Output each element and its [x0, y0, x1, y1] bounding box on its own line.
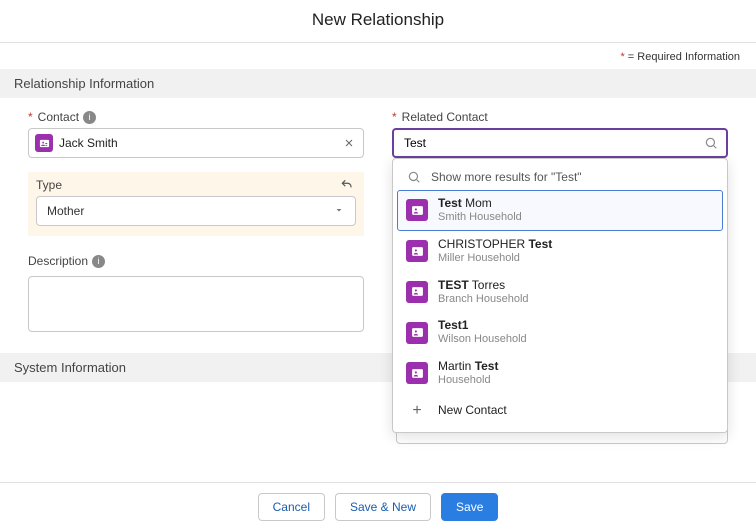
lookup-result[interactable]: CHRISTOPHER Test Miller Household	[397, 231, 723, 272]
show-more-results[interactable]: Show more results for "Test"	[397, 163, 723, 190]
required-text: = Required Information	[625, 51, 740, 63]
type-group: Type Mother	[28, 172, 364, 236]
save-button[interactable]: Save	[441, 493, 498, 521]
related-contact-label-text: Related Contact	[402, 110, 488, 124]
type-select[interactable]: Mother	[36, 196, 356, 226]
lookup-result[interactable]: Martin Test Household	[397, 353, 723, 394]
description-label-text: Description	[28, 254, 88, 268]
description-textarea[interactable]	[28, 276, 364, 332]
relationship-info-body: * Contact i Jack Smith Type Mothe	[0, 98, 756, 353]
help-icon[interactable]: i	[92, 255, 105, 268]
save-and-new-button[interactable]: Save & New	[335, 493, 431, 521]
search-icon	[407, 170, 421, 184]
plus-icon: +	[406, 400, 428, 422]
show-more-text: Show more results for "Test"	[431, 170, 582, 184]
description-label: Description i	[28, 254, 364, 268]
contact-icon	[35, 134, 53, 152]
required-mark: *	[28, 110, 33, 124]
contact-icon	[406, 240, 428, 262]
type-label: Type	[36, 178, 356, 192]
section-relationship-info: Relationship Information	[0, 69, 756, 98]
lookup-result[interactable]: TEST Torres Branch Household	[397, 272, 723, 313]
dialog-title: New Relationship	[0, 0, 756, 43]
related-contact-search[interactable]	[392, 128, 728, 158]
cancel-button[interactable]: Cancel	[258, 493, 325, 521]
type-value: Mother	[47, 204, 84, 218]
contact-value: Jack Smith	[59, 136, 341, 150]
chevron-down-icon	[333, 204, 345, 219]
related-contact-dropdown: Show more results for "Test" Test Mom Sm…	[392, 158, 728, 433]
related-contact-label: * Related Contact	[392, 110, 728, 124]
contact-icon	[406, 281, 428, 303]
help-icon[interactable]: i	[83, 111, 96, 124]
contact-lookup[interactable]: Jack Smith	[28, 128, 364, 158]
required-mark: *	[392, 110, 397, 124]
required-info-note: * = Required Information	[0, 43, 756, 69]
contact-label-text: Contact	[38, 110, 79, 124]
new-contact-option[interactable]: + New Contact	[397, 394, 723, 428]
contact-icon	[406, 322, 428, 344]
contact-label: * Contact i	[28, 110, 364, 124]
dialog-footer: Cancel Save & New Save	[0, 482, 756, 531]
clear-icon[interactable]	[341, 135, 357, 151]
lookup-result[interactable]: Test1 Wilson Household	[397, 312, 723, 353]
lookup-result[interactable]: Test Mom Smith Household	[397, 190, 723, 231]
contact-icon	[406, 362, 428, 384]
undo-icon[interactable]	[340, 178, 356, 194]
contact-icon	[406, 199, 428, 221]
search-icon	[704, 136, 718, 150]
related-contact-input[interactable]	[402, 135, 704, 151]
